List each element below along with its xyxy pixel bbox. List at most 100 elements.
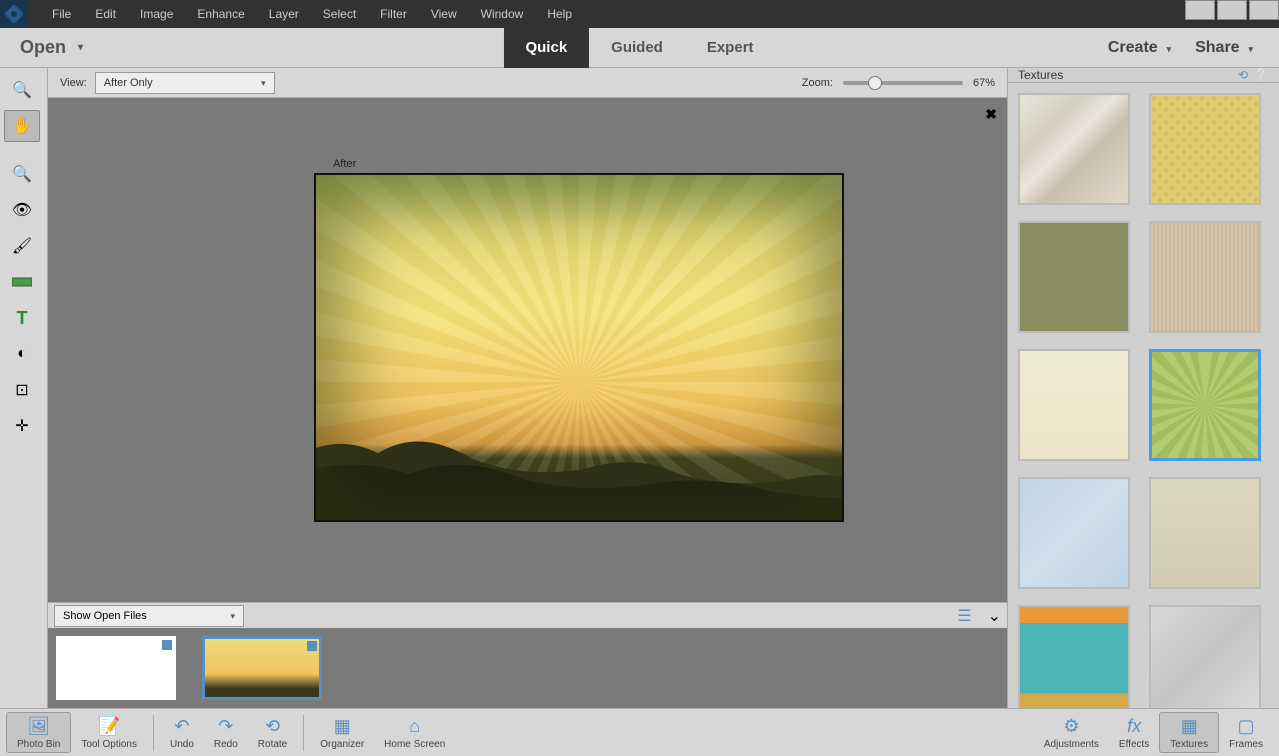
menu-view[interactable]: View	[419, 7, 469, 21]
menu-enhance[interactable]: Enhance	[185, 7, 256, 21]
menu-file[interactable]: File	[40, 7, 83, 21]
collapse-icon[interactable]: ⌄	[988, 606, 1001, 626]
task-bar: 🖼Photo Bin 📝 Tool Options ↶Undo ↷ Redo ⟲ Rotate…	[0, 708, 1279, 756]
menu-layer[interactable]: Layer	[257, 7, 311, 21]
tab-guided[interactable]: Guided	[589, 28, 685, 68]
create-dropdown[interactable]: Create	[1096, 39, 1183, 57]
taskbtn-undo[interactable]: ↶Undo	[160, 713, 204, 752]
mode-bar: Open ▾ Quick Guided Expert Create Share	[0, 28, 1279, 68]
taskbtn-redo[interactable]: ↷ Redo	[204, 713, 248, 752]
photo-bin-label: Photo Bin	[17, 739, 60, 750]
open-label: Open	[20, 37, 66, 58]
panel-title: Textures	[1018, 68, 1063, 82]
taskbtn-tool-options[interactable]: 📝 Tool Options	[71, 713, 147, 752]
close-tab-icon[interactable]: ✖	[985, 106, 997, 123]
workspace: View: After Only Zoom: 67% ✖ After	[48, 68, 1007, 708]
rotate-label: Rotate	[258, 739, 287, 750]
taskbtn-organizer[interactable]: ▦ Organizer	[310, 713, 374, 752]
photo-bin	[48, 628, 1007, 708]
texture-beige-fabric[interactable]	[1149, 221, 1261, 333]
caret-down-icon	[1248, 39, 1253, 57]
window-controls: — ❐ ✕	[1183, 0, 1279, 20]
texture-cream-paper[interactable]	[1018, 349, 1130, 461]
quick-select-tool[interactable]: 🔍	[4, 158, 40, 190]
taskbtn-effects[interactable]: fx Effects	[1109, 712, 1159, 753]
close-button[interactable]: ✕	[1249, 0, 1279, 20]
right-panel: Textures ⟲ ❔	[1007, 68, 1279, 708]
taskbtn-textures[interactable]: ▦ Textures	[1159, 712, 1219, 753]
tab-expert[interactable]: Expert	[685, 28, 776, 68]
caret-down-icon	[1167, 39, 1172, 57]
caret-down-icon	[230, 610, 235, 622]
texture-olive-canvas[interactable]	[1018, 221, 1130, 333]
tab-quick[interactable]: Quick	[503, 28, 589, 68]
menu-bar: File Edit Image Enhance Layer Select Fil…	[0, 0, 1279, 28]
texture-yellow-dots[interactable]	[1149, 93, 1261, 205]
texture-blue-denim[interactable]	[1018, 477, 1130, 589]
crop-tool[interactable]: ⊡	[4, 374, 40, 406]
zoom-slider[interactable]	[843, 81, 963, 85]
menu-help[interactable]: Help	[535, 7, 584, 21]
taskbtn-home-screen[interactable]: ⌂Home Screen	[374, 713, 455, 752]
zoom-value: 67%	[973, 77, 995, 89]
show-files-dropdown[interactable]: Show Open Files	[54, 605, 244, 627]
effects-label: Effects	[1119, 739, 1149, 750]
canvas-area: ✖ After	[48, 98, 1007, 602]
eye-tool[interactable]: 👁	[4, 194, 40, 226]
texture-green-sunburst[interactable]	[1149, 349, 1261, 461]
move-tool[interactable]: ✛	[4, 410, 40, 442]
menu-edit[interactable]: Edit	[83, 7, 128, 21]
texture-peeling-paint[interactable]	[1018, 93, 1130, 205]
redo-icon: ↷	[218, 715, 233, 737]
photo-image	[314, 173, 844, 522]
textures-label: Textures	[1170, 739, 1208, 750]
slider-knob[interactable]	[868, 76, 882, 90]
texture-teal-paint[interactable]	[1018, 605, 1130, 708]
help-icon[interactable]: ❔	[1254, 68, 1269, 82]
menu-window[interactable]: Window	[469, 7, 536, 21]
tool-options-icon: 📝	[98, 715, 120, 737]
organizer-label: Organizer	[320, 739, 364, 750]
caret-down-icon	[261, 77, 266, 89]
thumbnail-2[interactable]	[202, 636, 322, 700]
zoom-label: Zoom:	[802, 77, 833, 89]
straighten-tool[interactable]	[4, 266, 40, 298]
text-tool[interactable]: T	[4, 302, 40, 334]
minimize-button[interactable]: —	[1185, 0, 1215, 20]
rotate-icon: ⟲	[265, 715, 280, 737]
home-screen-icon: ⌂	[409, 715, 420, 737]
taskbtn-frames[interactable]: ▢Frames	[1219, 712, 1273, 753]
taskbtn-rotate[interactable]: ⟲ Rotate	[248, 713, 297, 752]
taskbtn-photo-bin[interactable]: 🖼Photo Bin	[6, 712, 71, 753]
restore-button[interactable]: ❐	[1217, 0, 1247, 20]
undo-icon: ↶	[174, 715, 189, 737]
reset-icon[interactable]: ⟲	[1238, 68, 1248, 82]
spot-heal-tool[interactable]: ◐	[4, 338, 40, 370]
menu-filter[interactable]: Filter	[368, 7, 419, 21]
texture-silver-foil[interactable]	[1149, 605, 1261, 708]
tool-options-label: Tool Options	[81, 739, 137, 750]
textures-icon: ▦	[1181, 715, 1198, 737]
whiten-teeth-tool[interactable]: 🖌	[4, 230, 40, 262]
taskbtn-adjustments[interactable]: ⚙Adjustments	[1034, 712, 1109, 753]
hand-tool[interactable]: ✋	[4, 110, 40, 142]
zoom-tool[interactable]: 🔍	[4, 74, 40, 106]
menu-select[interactable]: Select	[311, 7, 368, 21]
effects-icon: fx	[1127, 715, 1141, 737]
view-dropdown[interactable]: After Only	[95, 72, 275, 94]
organizer-icon: ▦	[334, 715, 351, 737]
show-files-bar: Show Open Files ☰ ⌄	[48, 602, 1007, 628]
frames-label: Frames	[1229, 739, 1263, 750]
menu-image[interactable]: Image	[128, 7, 185, 21]
options-bar: View: After Only Zoom: 67%	[48, 68, 1007, 98]
share-dropdown[interactable]: Share	[1183, 39, 1265, 57]
list-view-icon[interactable]: ☰	[957, 606, 971, 626]
thumbnail-1[interactable]	[56, 636, 176, 700]
redo-label: Redo	[214, 739, 238, 750]
texture-tan-scratched[interactable]	[1149, 477, 1261, 589]
open-dropdown[interactable]: Open ▾	[0, 37, 97, 58]
photo-canvas[interactable]	[314, 173, 844, 522]
app-icon	[0, 0, 28, 28]
adjustments-label: Adjustments	[1044, 739, 1099, 750]
caret-down-icon: ▾	[78, 42, 83, 53]
